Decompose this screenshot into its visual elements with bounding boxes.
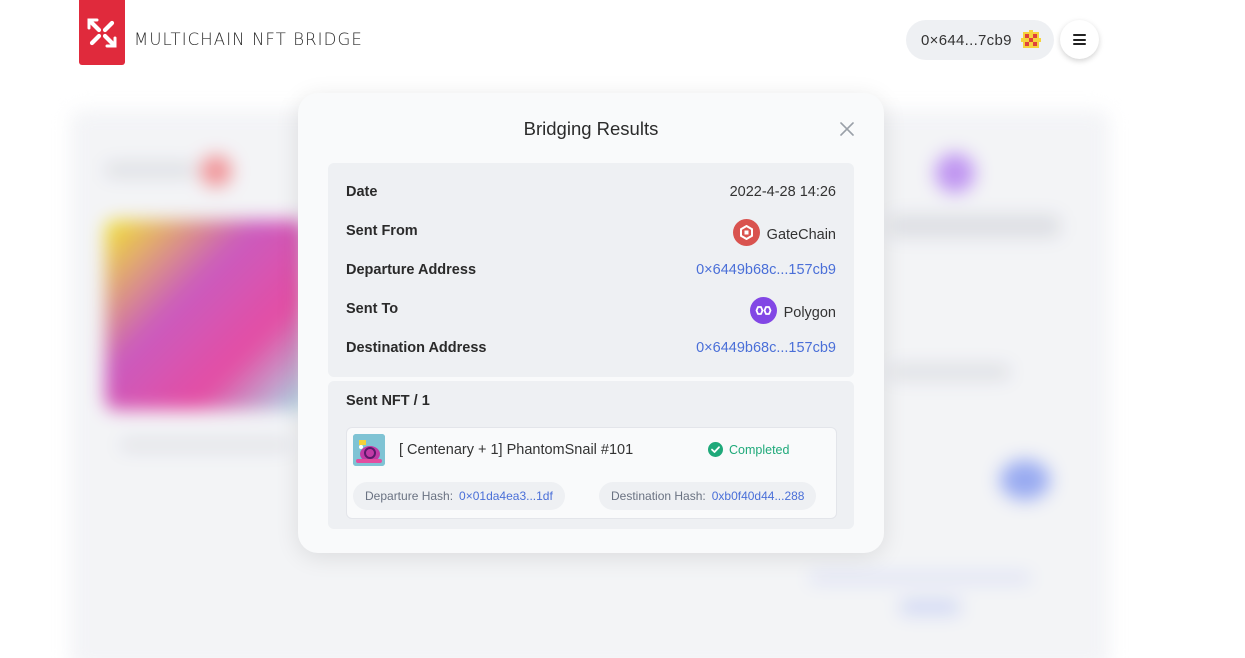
status-text: Completed [729, 442, 790, 457]
multichain-logo-icon[interactable] [79, 0, 125, 65]
app-header: MULTICHAIN NFT BRIDGE 0×644...7cb9 [0, 0, 1245, 80]
modal-title: Bridging Results [523, 118, 659, 139]
gatechain-icon [732, 219, 760, 246]
sent-from-value: GateChain [732, 219, 836, 246]
destination-address-link[interactable]: 0×6449b68c...157cb9 [696, 340, 836, 356]
pixel-avatar-icon [1020, 29, 1042, 51]
sent-from-chain: GateChain [766, 226, 836, 243]
destination-address-label: Destination Address [346, 340, 487, 356]
date-value: 2022-4-28 14:26 [729, 184, 836, 200]
bridging-results-modal: Bridging Results Date 2022-4-28 14:26 Se… [298, 93, 884, 553]
hamburger-icon [1073, 34, 1086, 45]
destination-hash: Destination Hash: 0xb0f40d44...288 [599, 482, 817, 510]
sent-to-value: Polygon [749, 297, 836, 324]
close-icon[interactable] [839, 121, 855, 137]
check-circle-icon [708, 442, 723, 457]
menu-button[interactable] [1060, 20, 1099, 59]
bridge-details-panel: Date 2022-4-28 14:26 Sent From GateChain… [328, 163, 854, 377]
departure-address-row: Departure Address 0×6449b68c...157cb9 [346, 262, 836, 282]
destination-address-row: Destination Address 0×6449b68c...157cb9 [346, 340, 836, 360]
sent-nft-panel: Sent NFT / 1 [ Centenary + 1] PhantomSna… [328, 381, 854, 529]
departure-hash-link[interactable]: 0×01da4ea3...1df [459, 489, 553, 503]
departure-hash-label: Departure Hash: [365, 489, 454, 503]
wallet-address: 0×644...7cb9 [921, 31, 1012, 49]
nft-item: [ Centenary + 1] PhantomSnail #101 Compl… [346, 427, 837, 519]
polygon-icon [749, 297, 777, 324]
destination-hash-label: Destination Hash: [611, 489, 706, 503]
date-label: Date [346, 184, 378, 200]
brand-name: MULTICHAIN NFT BRIDGE [134, 30, 363, 49]
destination-hash-link[interactable]: 0xb0f40d44...288 [712, 489, 805, 503]
date-row: Date 2022-4-28 14:26 [346, 184, 836, 204]
sent-from-row: Sent From GateChain [346, 219, 836, 246]
departure-hash: Departure Hash: 0×01da4ea3...1df [353, 482, 565, 510]
wallet-address-button[interactable]: 0×644...7cb9 [906, 20, 1054, 60]
status-badge: Completed [708, 442, 789, 457]
nft-name: [ Centenary + 1] PhantomSnail #101 [399, 442, 634, 458]
departure-address-link[interactable]: 0×6449b68c...157cb9 [696, 262, 836, 278]
departure-address-label: Departure Address [346, 262, 477, 278]
nft-thumbnail [353, 434, 385, 466]
sent-to-chain: Polygon [783, 304, 836, 321]
sent-from-label: Sent From [346, 223, 418, 239]
sent-to-row: Sent To Polygon [346, 297, 836, 324]
sent-nft-title: Sent NFT / 1 [346, 393, 430, 409]
sent-to-label: Sent To [346, 301, 399, 317]
